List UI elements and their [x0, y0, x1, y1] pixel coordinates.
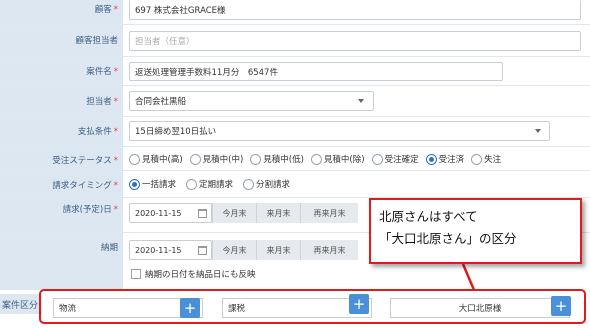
- order-status-option[interactable]: 見積中(中): [189, 153, 244, 165]
- payment-terms-select[interactable]: 15日締め翌10日払い: [129, 121, 550, 141]
- required-mark: *: [113, 156, 118, 166]
- payment-terms-label-text: 支払条件: [77, 127, 112, 137]
- radio-button[interactable]: [189, 153, 201, 165]
- order-status-option-label: 見積中(高): [142, 155, 183, 165]
- billing-timing-radio-group: 一括請求 定期請求 分割請求: [129, 178, 297, 190]
- radio-button[interactable]: [310, 153, 322, 165]
- chevron-down-icon: [358, 99, 364, 103]
- billing-timing-label: 請求タイミング *: [52, 179, 118, 191]
- radio-button[interactable]: [250, 153, 262, 165]
- add-category-button[interactable]: +: [349, 294, 369, 314]
- order-status-option[interactable]: 受注確定: [371, 153, 419, 165]
- month-after-next-end-button[interactable]: 再来月末: [300, 240, 358, 260]
- billing-timing-option-label: 定期請求: [199, 180, 234, 190]
- chevron-down-icon: [535, 129, 541, 133]
- annotation-callout: 北原さんはすべて 「大口北原さん」の区分: [369, 198, 582, 264]
- order-status-radio-group: 見積中(高) 見積中(中) 見積中(低) 見積中(除) 受注確定 受注済 失注: [129, 153, 508, 165]
- delivery-date-value: 2020-11-15: [135, 245, 182, 255]
- order-status-option[interactable]: 見積中(高): [129, 153, 183, 165]
- required-mark: *: [113, 97, 118, 107]
- calendar-icon[interactable]: [198, 246, 207, 255]
- add-category-button[interactable]: +: [551, 296, 571, 316]
- row-divider: [0, 56, 590, 57]
- case-category-label: 案件区分: [0, 294, 42, 314]
- radio-button[interactable]: [129, 153, 140, 165]
- row-divider: [0, 146, 590, 147]
- row-divider: [0, 170, 590, 171]
- delivery-date-input[interactable]: 2020-11-15: [129, 240, 212, 260]
- calendar-icon[interactable]: [198, 209, 207, 218]
- radio-button-selected[interactable]: [129, 178, 140, 190]
- category-value: 大口北原様: [458, 304, 502, 314]
- add-category-button[interactable]: +: [180, 298, 200, 318]
- row-divider: [0, 116, 590, 117]
- radio-button[interactable]: [243, 178, 255, 190]
- order-status-option-label: 失注: [484, 155, 502, 165]
- customer-label-text: 顧客: [94, 5, 112, 15]
- reflect-delivery-checkbox[interactable]: [131, 269, 141, 279]
- order-status-option-label: 見積中(除): [323, 155, 365, 165]
- billing-timing-option[interactable]: 分割請求: [243, 178, 290, 190]
- radio-button-selected[interactable]: [425, 153, 437, 165]
- callout-pointer: [461, 264, 476, 291]
- required-mark: *: [113, 5, 118, 15]
- order-status-option[interactable]: 見積中(低): [250, 153, 304, 165]
- order-status-option[interactable]: 失注: [471, 153, 501, 165]
- next-month-end-button[interactable]: 来月末: [256, 240, 300, 260]
- billing-date-input[interactable]: 2020-11-15: [129, 203, 212, 223]
- reflect-delivery-label: 納期の日付を納品日にも反映: [145, 270, 256, 280]
- billing-timing-option[interactable]: 一括請求: [129, 178, 176, 190]
- customer-contact-label: 顧客担当者: [75, 36, 118, 46]
- assignee-value: 合同会社黒船: [135, 97, 187, 107]
- category-field-large-kitahara[interactable]: 大口北原様: [390, 298, 570, 318]
- radio-button[interactable]: [186, 178, 198, 190]
- case-name-value: 返送処理管理手数料11月分 6547件: [135, 67, 278, 78]
- this-month-end-button[interactable]: 今月末: [212, 203, 256, 223]
- next-month-end-button[interactable]: 来月末: [256, 203, 300, 223]
- order-status-option-label: 見積中(中): [202, 155, 244, 165]
- delivery-date-label: 納期: [100, 243, 118, 253]
- customer-label: 顧客 *: [95, 3, 118, 15]
- assignee-select[interactable]: 合同会社黒船: [129, 91, 374, 111]
- billing-date-value: 2020-11-15: [135, 208, 182, 218]
- case-name-label-text: 案件名: [86, 67, 112, 77]
- customer-value: 697 株式会社GRACE様: [135, 5, 226, 16]
- customer-field[interactable]: 697 株式会社GRACE様: [129, 0, 581, 20]
- customer-contact-placeholder: 担当者（任意）: [135, 37, 195, 47]
- payment-terms-value: 15日締め翌10日払い: [135, 127, 217, 137]
- row-divider: [0, 85, 590, 86]
- order-status-option-label: 受注確定: [384, 155, 419, 165]
- billing-timing-option-label: 一括請求: [142, 180, 177, 190]
- assignee-label: 担当者 *: [86, 95, 118, 107]
- order-status-option-label: 見積中(低): [263, 155, 304, 165]
- customer-contact-input[interactable]: 担当者（任意）: [129, 31, 581, 51]
- billing-date-label: 請求(予定)日 *: [63, 203, 118, 215]
- row-divider: [0, 24, 590, 25]
- order-status-option[interactable]: 受注済: [425, 153, 465, 165]
- case-name-input[interactable]: 返送処理管理手数料11月分 6547件: [129, 62, 503, 81]
- radio-button[interactable]: [371, 153, 383, 165]
- this-month-end-button[interactable]: 今月末: [212, 240, 256, 260]
- order-status-option[interactable]: 見積中(除): [310, 153, 365, 165]
- month-after-next-end-button[interactable]: 再来月末: [300, 203, 358, 223]
- radio-button[interactable]: [471, 153, 483, 165]
- annotation-line-2: 「大口北原さん」の区分: [379, 231, 517, 246]
- order-status-option-label: 受注済: [438, 155, 465, 165]
- required-mark: *: [113, 181, 118, 191]
- required-mark: *: [113, 205, 118, 215]
- billing-date-label-text: 請求(予定)日: [62, 205, 112, 215]
- payment-terms-label: 支払条件 *: [78, 125, 118, 137]
- order-status-label-text: 受注ステータス: [52, 156, 112, 166]
- assignee-label-text: 担当者: [86, 97, 112, 107]
- category-value: 物流: [59, 304, 77, 314]
- annotation-line-1: 北原さんはすべて: [379, 209, 478, 224]
- case-name-label: 案件名 *: [86, 65, 118, 77]
- category-value: 課税: [228, 304, 246, 314]
- order-status-label: 受注ステータス *: [52, 154, 118, 166]
- billing-timing-label-text: 請求タイミング: [52, 181, 112, 191]
- required-mark: *: [113, 67, 118, 77]
- required-mark: *: [113, 127, 118, 137]
- billing-timing-option-label: 分割請求: [256, 180, 291, 190]
- billing-timing-option[interactable]: 定期請求: [186, 178, 233, 190]
